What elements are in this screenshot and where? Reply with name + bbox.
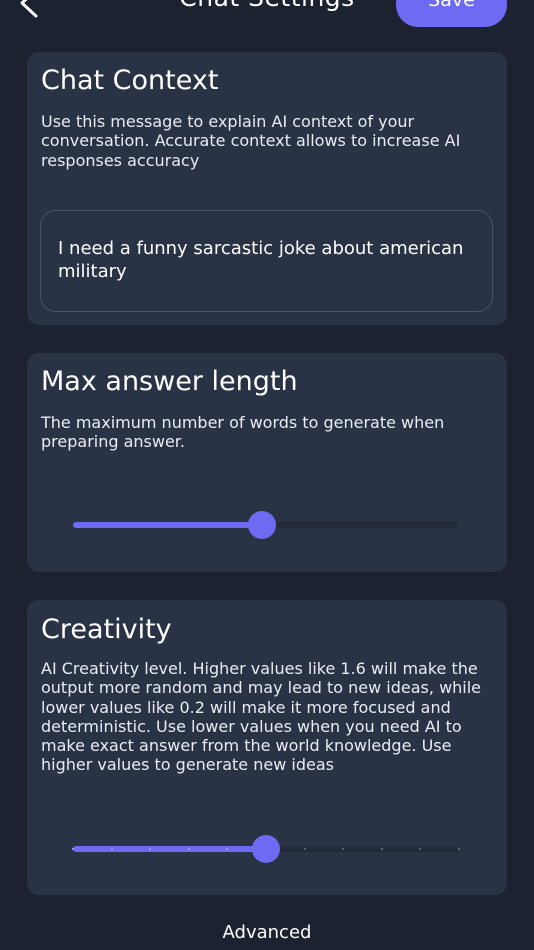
slider-fill xyxy=(73,846,266,852)
slider-fill xyxy=(73,522,262,528)
chat-context-card: Chat Context Use this message to explain… xyxy=(27,52,507,325)
save-button[interactable]: Save xyxy=(396,0,507,27)
slider-tick xyxy=(381,848,383,850)
slider-tick xyxy=(342,848,344,850)
slider-tick xyxy=(304,848,306,850)
chat-context-title: Chat Context xyxy=(41,65,219,96)
slider-tick xyxy=(111,848,113,850)
chat-context-input[interactable]: I need a funny sarcastic joke about amer… xyxy=(40,210,493,312)
slider-tick xyxy=(419,848,421,850)
max-answer-length-slider[interactable] xyxy=(73,510,459,540)
creativity-slider[interactable] xyxy=(72,834,460,864)
max-answer-length-card: Max answer length The maximum number of … xyxy=(27,353,507,572)
slider-tick xyxy=(226,848,228,850)
max-answer-length-description: The maximum number of words to generate … xyxy=(41,413,445,452)
max-answer-length-title: Max answer length xyxy=(41,366,298,397)
slider-tick xyxy=(188,848,190,850)
creativity-card: Creativity AI Creativity level. Higher v… xyxy=(27,600,507,895)
slider-tick xyxy=(72,848,74,850)
header: Chat Settings Save xyxy=(0,0,534,40)
advanced-link[interactable]: Advanced xyxy=(0,922,534,943)
creativity-title: Creativity xyxy=(41,614,172,645)
slider-thumb[interactable] xyxy=(252,835,280,863)
slider-tick xyxy=(149,848,151,850)
creativity-description: AI Creativity level. Higher values like … xyxy=(41,659,482,775)
slider-tick xyxy=(458,848,460,850)
chat-context-description: Use this message to explain AI context o… xyxy=(41,112,461,170)
slider-thumb[interactable] xyxy=(248,511,276,539)
